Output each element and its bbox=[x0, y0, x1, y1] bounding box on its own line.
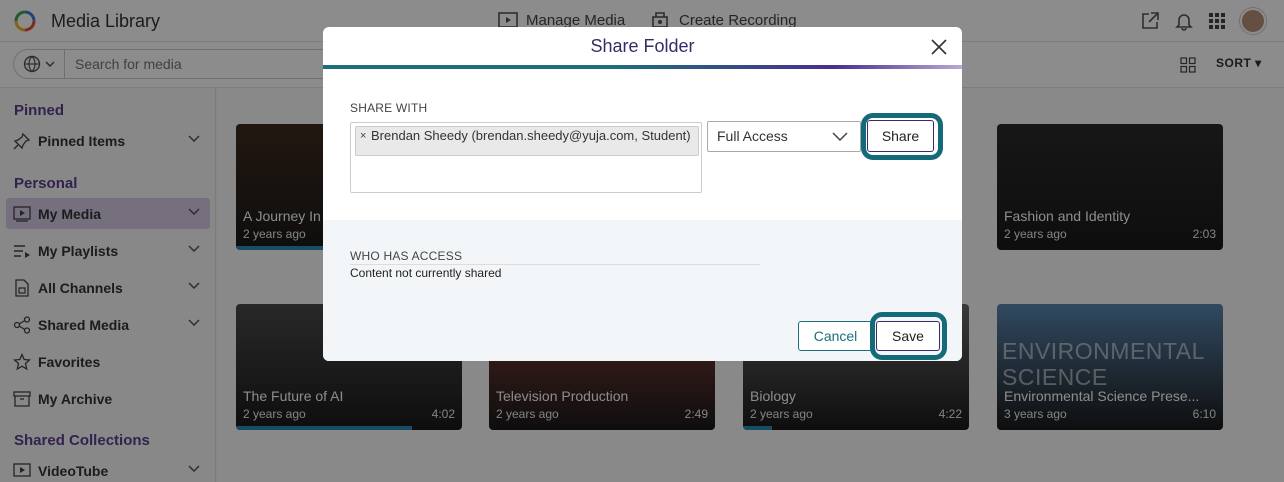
dialog-accent-bar bbox=[323, 65, 962, 69]
chip-remove-icon[interactable]: × bbox=[360, 131, 366, 142]
access-status-text: Content not currently shared bbox=[350, 266, 502, 280]
cancel-button[interactable]: Cancel bbox=[798, 321, 873, 351]
share-with-input[interactable]: × Brendan Sheedy (brendan.sheedy@yuja.co… bbox=[350, 122, 702, 193]
close-icon[interactable] bbox=[929, 37, 949, 57]
divider bbox=[350, 264, 760, 265]
share-with-label: SHARE WITH bbox=[350, 101, 428, 115]
recipient-chip-label: Brendan Sheedy (brendan.sheedy@yuja.com,… bbox=[371, 128, 691, 143]
dialog-title: Share Folder bbox=[590, 36, 695, 56]
share-button[interactable]: Share bbox=[867, 120, 934, 152]
access-level-value: Full Access bbox=[717, 128, 788, 144]
share-folder-dialog: Share Folder SHARE WITH × Brendan Sheedy… bbox=[323, 27, 962, 361]
chevron-down-icon bbox=[832, 132, 848, 141]
who-has-access-label: WHO HAS ACCESS bbox=[350, 249, 463, 263]
access-level-select[interactable]: Full Access bbox=[707, 121, 861, 152]
save-button[interactable]: Save bbox=[876, 321, 940, 351]
recipient-chip: × Brendan Sheedy (brendan.sheedy@yuja.co… bbox=[355, 126, 699, 156]
